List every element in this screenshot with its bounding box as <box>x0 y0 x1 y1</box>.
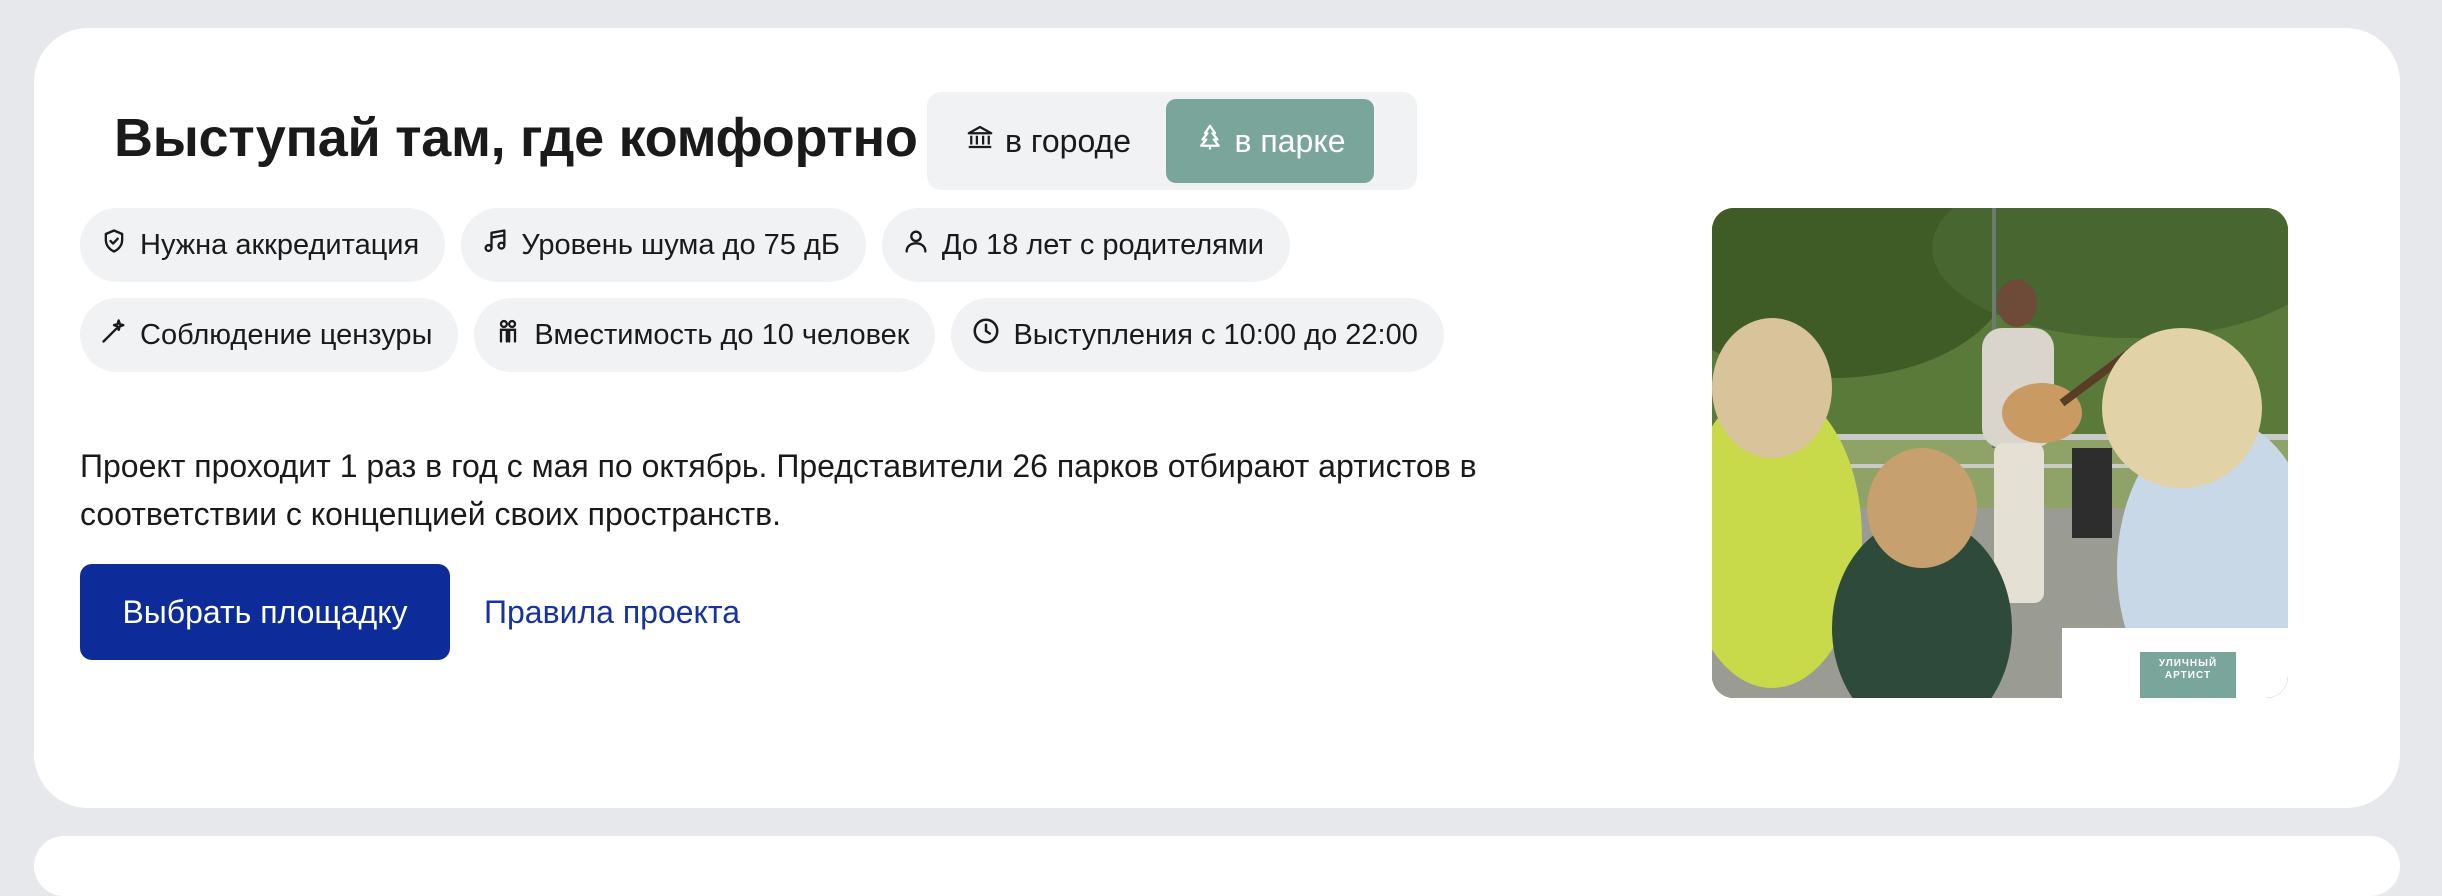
page-title: Выступай там, где комфортно <box>114 108 918 168</box>
chip-label: Вместимость до 10 человек <box>534 318 910 351</box>
chip-label: До 18 лет с родителями <box>941 228 1264 261</box>
toggle-option-city[interactable]: в городе <box>934 99 1162 183</box>
chip-label: Уровень шума до 75 дБ <box>521 228 840 261</box>
chip-label: Нужна аккредитация <box>140 228 420 261</box>
chip-censorship: Соблюдение цензуры <box>80 298 459 372</box>
requirements-list: Нужна аккредитация Уровень шума до 75 дБ… <box>80 208 1620 388</box>
bank-icon <box>965 122 995 160</box>
chip-hours: Выступления с 10:00 до 22:00 <box>951 298 1444 372</box>
people-icon <box>494 317 522 353</box>
choose-venue-button[interactable]: Выбрать площадку <box>80 564 450 660</box>
chip-label: Соблюдение цензуры <box>140 318 433 351</box>
project-description: Проект проходит 1 раз в год с мая по окт… <box>80 448 1477 532</box>
clock-icon <box>971 316 1001 354</box>
shield-check-icon <box>100 227 128 263</box>
tree-icon <box>1195 122 1225 160</box>
chip-label: Выступления с 10:00 до 22:00 <box>1013 318 1418 351</box>
location-toggle: в городе в парке <box>927 92 1417 190</box>
toggle-option-park[interactable]: в парке <box>1166 99 1374 183</box>
music-note-icon <box>481 227 509 263</box>
chip-accreditation: Нужна аккредитация <box>80 208 446 282</box>
toggle-city-label: в городе <box>1004 122 1131 159</box>
chip-age-limit: До 18 лет с родителями <box>881 208 1290 282</box>
chip-capacity: Вместимость до 10 человек <box>474 298 936 372</box>
chip-noise-level: Уровень шума до 75 дБ <box>461 208 866 282</box>
next-card <box>34 836 2400 896</box>
person-icon <box>902 227 930 263</box>
toggle-park-label: в парке <box>1234 122 1346 159</box>
project-rules-link[interactable]: Правила проекта <box>484 590 740 634</box>
performer-photo: УЛИЧНЫЙ АРТИСТ <box>1712 208 2288 698</box>
magic-wand-icon <box>100 317 128 353</box>
street-artist-logo: УЛИЧНЫЙ АРТИСТ <box>2140 652 2236 698</box>
